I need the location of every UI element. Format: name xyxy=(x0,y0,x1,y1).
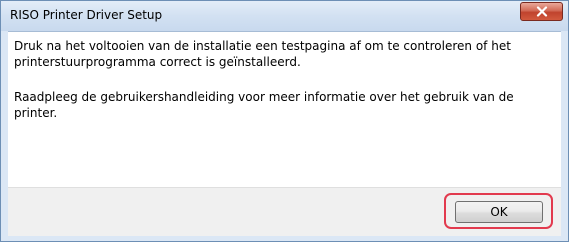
close-button[interactable] xyxy=(520,2,563,21)
close-icon xyxy=(536,6,548,17)
title-bar[interactable]: RISO Printer Driver Setup xyxy=(1,1,568,31)
window-title: RISO Printer Driver Setup xyxy=(10,8,163,22)
user-guide-message: Raadpleeg de gebruikershandleiding voor … xyxy=(14,90,514,120)
ok-button[interactable]: OK xyxy=(455,201,543,223)
install-complete-message: Druk na het voltooien van de installatie… xyxy=(14,39,511,69)
